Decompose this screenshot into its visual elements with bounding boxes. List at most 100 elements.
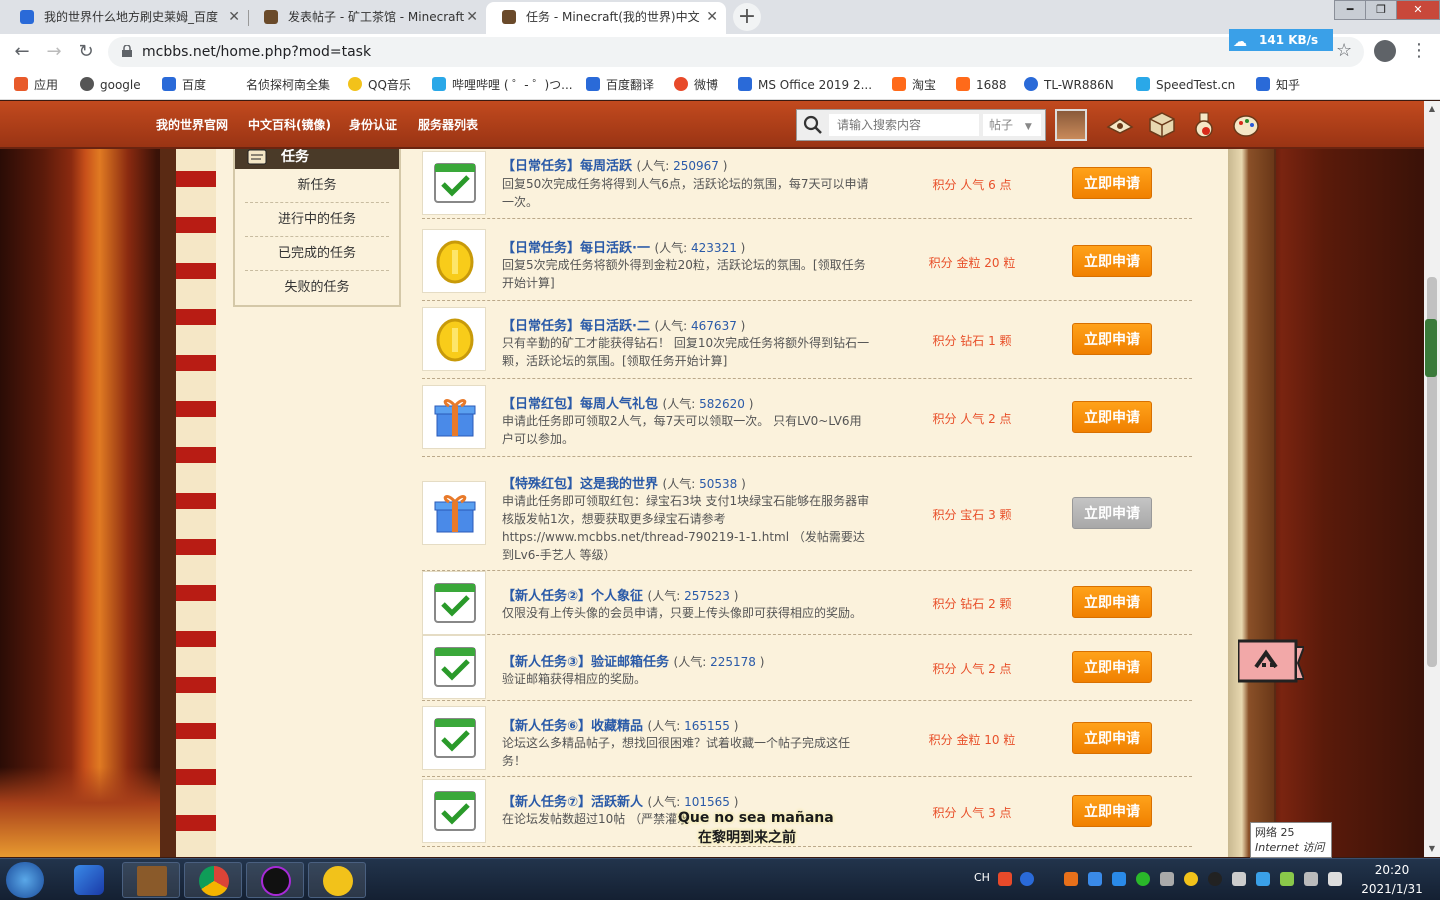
apply-button[interactable]: 立即申请 — [1072, 497, 1152, 529]
cloud-tray-icon[interactable] — [1256, 872, 1270, 886]
reload-icon[interactable]: ↻ — [74, 40, 98, 64]
taskbar-qqmusic-app[interactable] — [308, 862, 366, 898]
apply-button[interactable]: 立即申请 — [1072, 586, 1152, 618]
pen-icon[interactable] — [1160, 872, 1174, 886]
sidebar-item-completed[interactable]: 已完成的任务 — [245, 237, 389, 271]
bookmark-google[interactable]: google — [80, 70, 141, 100]
bookmark-speedtest[interactable]: SpeedTest.cn — [1136, 70, 1235, 100]
close-tab-icon[interactable]: ✕ — [466, 2, 478, 32]
nav-wiki-mirror[interactable]: 中文百科(镜像) — [248, 101, 331, 149]
apply-button[interactable]: 立即申请 — [1072, 245, 1152, 277]
task-name[interactable]: 【新人任务③】验证邮箱任务 — [502, 655, 669, 670]
taskbar-enderman-app[interactable] — [246, 862, 304, 898]
apply-button[interactable]: 立即申请 — [1072, 401, 1152, 433]
task-title[interactable]: 【特殊红包】这是我的世界 (人气: 50538 ) — [502, 473, 746, 492]
browser-tab-3-active[interactable]: 任务 - Minecraft(我的世界)中文 ✕ — [486, 2, 726, 34]
sogou-icon[interactable] — [998, 872, 1012, 886]
new-tab-button[interactable]: + — [733, 3, 761, 31]
taskbar-flash-app[interactable] — [60, 862, 118, 898]
start-button[interactable] — [6, 862, 44, 898]
restore-icon[interactable]: ❐ — [1365, 0, 1397, 20]
taskbar-chrome-app[interactable] — [184, 862, 242, 898]
clipboard-icon[interactable] — [1232, 872, 1246, 886]
browser-tab-1[interactable]: 我的世界什么地方刷史莱姆_百度 ✕ — [4, 2, 248, 34]
task-title[interactable]: 【新人任务③】验证邮箱任务 (人气: 225178 ) — [502, 651, 764, 670]
sidebar-item-new-tasks[interactable]: 新任务 — [245, 169, 389, 203]
qq-icon[interactable] — [1208, 872, 1222, 886]
search-type-select[interactable]: 帖子 ▼ — [983, 114, 1041, 136]
sidebar-item-failed[interactable]: 失败的任务 — [245, 271, 389, 305]
task-title[interactable]: 【新人任务②】个人象征 (人气: 257523 ) — [502, 585, 738, 604]
search-input[interactable] — [829, 114, 979, 136]
pig-mascot-icon[interactable] — [1238, 639, 1304, 687]
eye-icon[interactable] — [1106, 111, 1134, 139]
qqmusic-tray-icon[interactable] — [1184, 872, 1198, 886]
forward-icon[interactable]: → — [42, 40, 66, 64]
task-name[interactable]: 【日常任务】每日活跃·二 — [502, 319, 650, 334]
task-name[interactable]: 【日常红包】每周人气礼包 — [502, 397, 658, 412]
search-icon[interactable] — [803, 115, 823, 135]
input-language[interactable]: CH — [974, 871, 990, 884]
task-name[interactable]: 【特殊红包】这是我的世界 — [502, 477, 658, 492]
scroll-down-icon[interactable]: ▼ — [1424, 841, 1440, 857]
close-tab-icon[interactable]: ✕ — [228, 2, 240, 32]
taskbar-minecraft-app[interactable] — [122, 862, 180, 898]
address-bar[interactable]: mcbbs.net/home.php?mod=task — [108, 37, 1364, 67]
bookmark-star-icon[interactable]: ☆ — [1336, 40, 1352, 61]
page-scrollbar[interactable]: ▲ ▼ — [1424, 101, 1440, 857]
scroll-up-icon[interactable]: ▲ — [1424, 101, 1440, 117]
task-name[interactable]: 【新人任务⑥】收藏精品 — [502, 719, 643, 734]
network-icon[interactable] — [1280, 872, 1294, 886]
task-title[interactable]: 【新人任务⑥】收藏精品 (人气: 165155 ) — [502, 715, 738, 734]
bookmark-weibo[interactable]: 微博 — [674, 70, 718, 100]
bookmark-zhihu[interactable]: 知乎 — [1256, 70, 1300, 100]
close-tab-icon[interactable]: ✕ — [706, 2, 718, 32]
bookmark-router[interactable]: TL-WR886N — [1024, 70, 1114, 100]
help-icon[interactable] — [1020, 872, 1034, 886]
bookmark-apps[interactable]: 应用 — [14, 70, 58, 100]
bookmark-conan[interactable]: 名侦探柯南全集 — [226, 70, 330, 100]
tray-app-icon[interactable] — [1064, 872, 1078, 886]
task-name[interactable]: 【新人任务⑦】活跃新人 — [502, 795, 643, 810]
apply-button[interactable]: 立即申请 — [1072, 795, 1152, 827]
system-clock[interactable]: 20:20 2021/1/31 — [1352, 861, 1432, 899]
browser-tab-2[interactable]: 发表帖子 - 矿工茶馆 - Minecraft ✕ — [248, 2, 486, 34]
bookmark-qqmusic[interactable]: QQ音乐 — [348, 70, 411, 100]
close-window-icon[interactable]: ✕ — [1396, 0, 1440, 20]
menu-kebab-icon[interactable]: ⋮ — [1410, 40, 1428, 61]
shield-icon[interactable] — [1112, 872, 1126, 886]
crafting-block-icon[interactable] — [1148, 111, 1176, 139]
bookmark-bilibili[interactable]: 哔哩哔哩 ( ゜- ゜)つ... — [432, 70, 573, 100]
task-name[interactable]: 【日常任务】每日活跃·一 — [502, 241, 650, 256]
popularity-prefix: 人气: — [667, 397, 700, 411]
task-title[interactable]: 【日常红包】每周人气礼包 (人气: 582620 ) — [502, 393, 753, 412]
sidebar-item-in-progress[interactable]: 进行中的任务 — [245, 203, 389, 237]
nav-identity-auth[interactable]: 身份认证 — [349, 101, 397, 149]
palette-icon[interactable] — [1232, 111, 1260, 139]
bookmark-msoffice[interactable]: MS Office 2019 2... — [738, 70, 872, 100]
back-icon[interactable]: ← — [10, 40, 34, 64]
user-avatar[interactable] — [1055, 109, 1087, 141]
volume-icon[interactable] — [1328, 872, 1342, 886]
apply-button[interactable]: 立即申请 — [1072, 651, 1152, 683]
bookmark-baidu-translate[interactable]: 百度翻译 — [586, 70, 654, 100]
bookmark-baidu[interactable]: 百度 — [162, 70, 206, 100]
flash-tray-icon[interactable] — [1088, 872, 1102, 886]
task-title[interactable]: 【日常任务】每日活跃·二 (人气: 467637 ) — [502, 315, 745, 334]
potion-icon[interactable] — [1190, 111, 1218, 139]
power-icon[interactable] — [1304, 872, 1318, 886]
task-name[interactable]: 【日常任务】每周活跃 — [502, 159, 632, 174]
apply-button[interactable]: 立即申请 — [1072, 722, 1152, 754]
apply-button[interactable]: 立即申请 — [1072, 323, 1152, 355]
nav-official-site[interactable]: 我的世界官网 — [156, 101, 228, 149]
wechat-icon[interactable] — [1136, 872, 1150, 886]
minimize-icon[interactable]: ━ — [1334, 0, 1366, 20]
apply-button[interactable]: 立即申请 — [1072, 167, 1152, 199]
task-name[interactable]: 【新人任务②】个人象征 — [502, 589, 643, 604]
bookmark-taobao[interactable]: 淘宝 — [892, 70, 936, 100]
nav-server-list[interactable]: 服务器列表 — [418, 101, 478, 149]
bookmark-1688[interactable]: 1688 — [956, 70, 1007, 100]
task-title[interactable]: 【日常任务】每日活跃·一 (人气: 423321 ) — [502, 237, 745, 256]
profile-avatar-icon[interactable] — [1374, 40, 1396, 62]
task-title[interactable]: 【日常任务】每周活跃 (人气: 250967 ) — [502, 155, 727, 174]
